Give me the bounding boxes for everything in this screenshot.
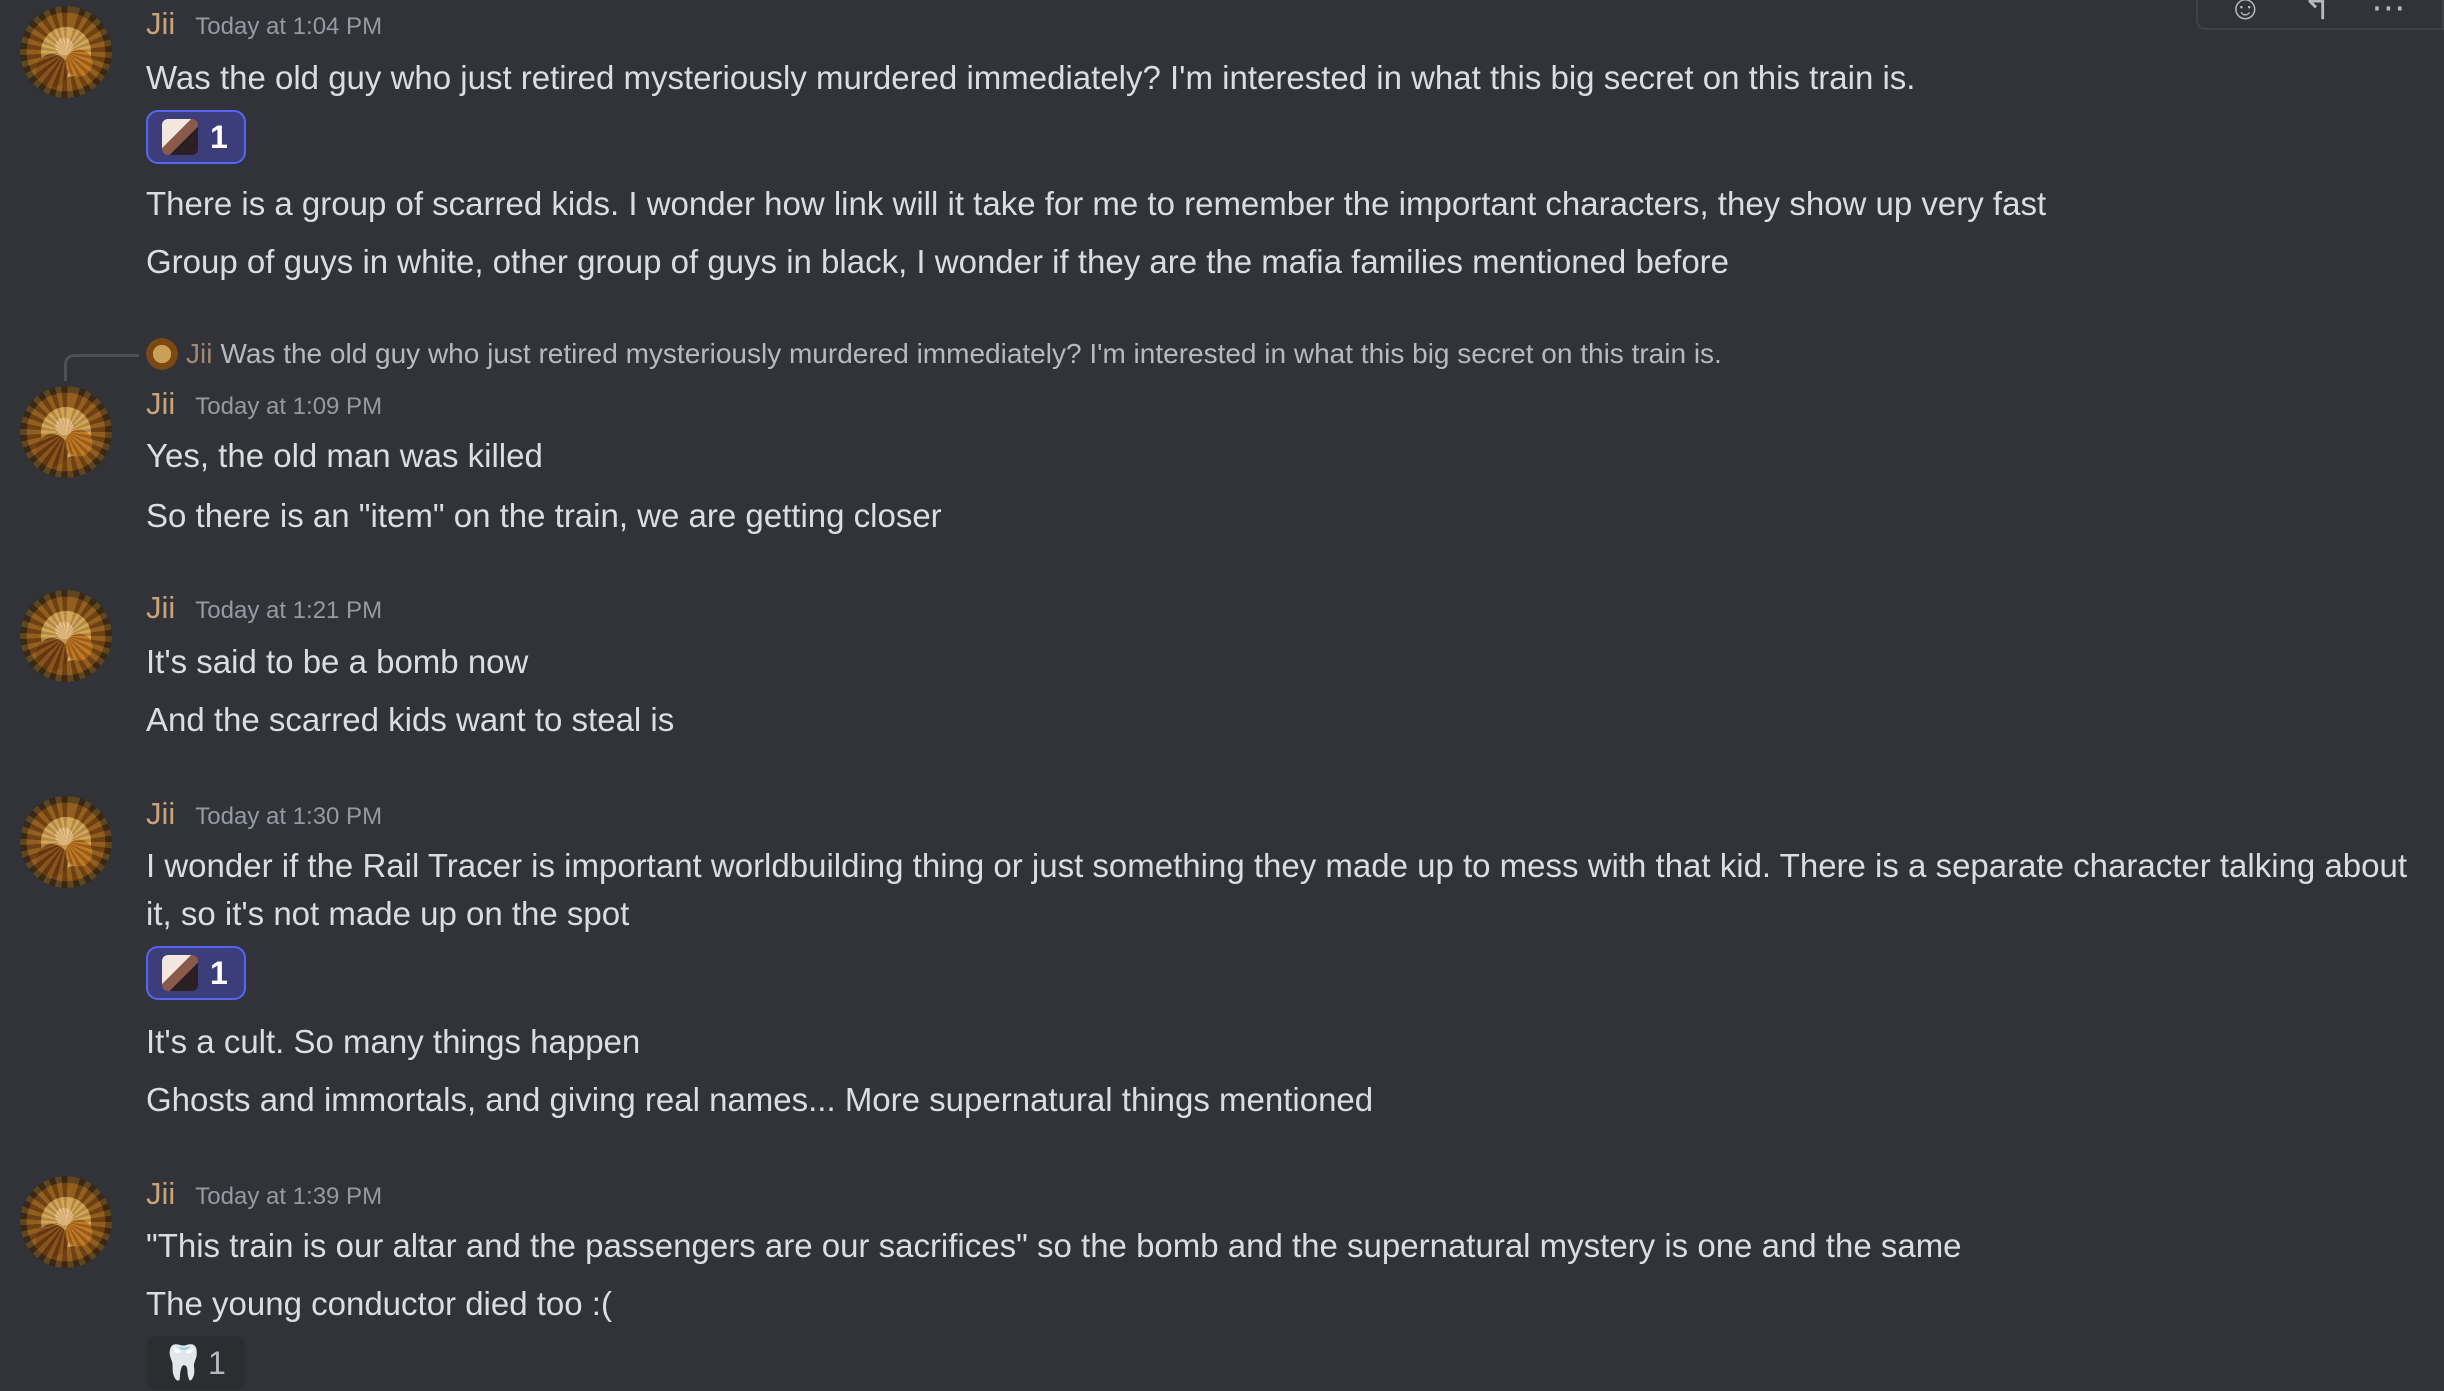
message-toolbar: ☺ ↰ ⋯ (2196, 0, 2444, 30)
tooth-icon: 🦷 (162, 1344, 205, 1382)
avatar[interactable] (20, 386, 112, 478)
avatar[interactable] (20, 1176, 112, 1268)
message-header: Jii Today at 1:39 PM (146, 1176, 382, 1216)
reaction-count: 1 (210, 118, 228, 155)
message-header: Jii Today at 1:09 PM (146, 386, 382, 426)
message-text: It's said to be a bomb now (146, 643, 529, 680)
message-text: "This train is our altar and the passeng… (146, 1227, 1962, 1264)
reply-spine (64, 354, 139, 381)
username[interactable]: Jii (146, 1176, 175, 1212)
avatar[interactable] (20, 6, 112, 98)
message-header: Jii Today at 1:04 PM (146, 6, 382, 46)
more-icon[interactable]: ⋯ (2371, 0, 2405, 25)
add-reaction-icon[interactable]: ☺ (2228, 0, 2263, 25)
message-text: And the scarred kids want to steal is (146, 701, 675, 738)
reply-avatar (146, 338, 178, 370)
reply-username: Jii (186, 338, 213, 369)
message-text: There is a group of scarred kids. I wond… (146, 185, 2047, 222)
message-text: So there is an "item" on the train, we a… (146, 497, 942, 534)
message-text: The young conductor died too :( (146, 1285, 612, 1322)
username[interactable]: Jii (146, 6, 175, 42)
reaction-count: 1 (210, 954, 228, 991)
chat-messages: ☺ ↰ ⋯ Jii Today at 1:04 PM Was the old g… (0, 0, 2444, 1391)
timestamp: Today at 1:30 PM (195, 803, 383, 830)
username[interactable]: Jii (146, 796, 175, 832)
reaction-count: 1 (208, 1344, 226, 1381)
timestamp: Today at 1:04 PM (195, 13, 383, 40)
message-text: Group of guys in white, other group of g… (146, 243, 1730, 280)
reaction-button[interactable]: 1 (146, 110, 246, 164)
username[interactable]: Jii (146, 386, 175, 422)
message-text: I wonder if the Rail Tracer is important… (146, 847, 2408, 932)
custom-emoji-icon (162, 955, 198, 991)
reply-preview[interactable]: Jii Was the old guy who just retired mys… (146, 334, 1722, 374)
reply-text: Was the old guy who just retired mysteri… (220, 338, 1722, 369)
reaction-button[interactable]: 🦷 1 (146, 1336, 246, 1390)
timestamp: Today at 1:39 PM (195, 1183, 383, 1210)
avatar[interactable] (20, 590, 112, 682)
timestamp: Today at 1:09 PM (195, 393, 383, 420)
reply-icon[interactable]: ↰ (2303, 0, 2332, 25)
message-text: Ghosts and immortals, and giving real na… (146, 1081, 1374, 1118)
message-text: Was the old guy who just retired mysteri… (146, 59, 1916, 96)
message-text: Yes, the old man was killed (146, 437, 543, 474)
avatar[interactable] (20, 796, 112, 888)
message-text: It's a cult. So many things happen (146, 1023, 641, 1060)
timestamp: Today at 1:21 PM (195, 597, 383, 624)
username[interactable]: Jii (146, 590, 175, 626)
message-header: Jii Today at 1:30 PM (146, 796, 382, 836)
message-header: Jii Today at 1:21 PM (146, 590, 382, 630)
reaction-button[interactable]: 1 (146, 946, 246, 1000)
custom-emoji-icon (162, 119, 198, 155)
